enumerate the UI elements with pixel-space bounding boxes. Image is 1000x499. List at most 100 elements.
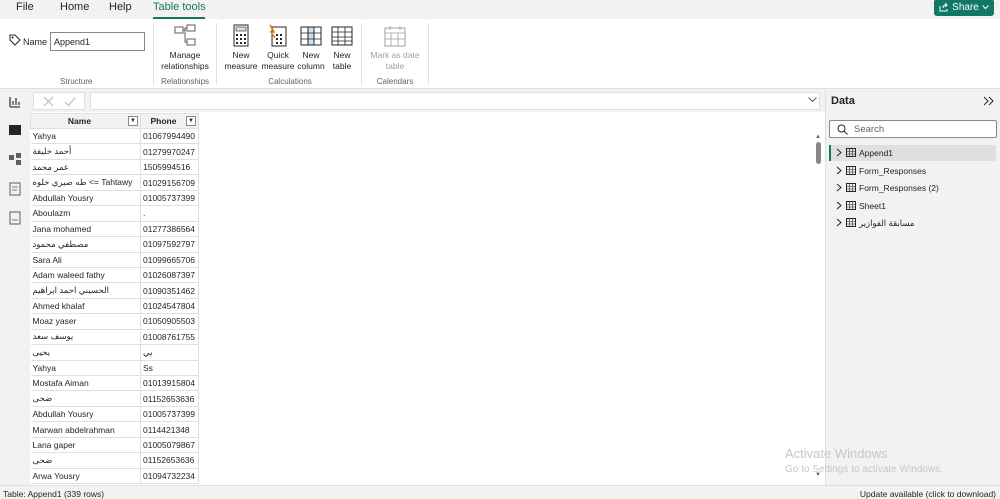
vertical-scrollbar-thumb[interactable] [816,142,821,164]
menu-help[interactable]: Help [109,1,132,13]
cell-phone[interactable]: 01094732234 [140,468,199,485]
cell-phone[interactable]: 01005079867 [140,437,199,454]
data-pane-item-label: Form_Responses (2) [859,183,939,193]
ribbon: Name Structure Manage relationships Rela… [0,19,1000,89]
cell-name[interactable]: Yahya [30,360,141,377]
cell-name[interactable]: Ahmed khalaf [30,298,141,315]
cell-name[interactable]: Abdullah Yousry [30,406,141,423]
cell-phone[interactable]: Ss [140,360,199,377]
cell-phone[interactable]: 01067994490 [140,128,199,145]
data-pane-table-item[interactable]: Form_Responses [829,163,996,179]
table-row: ضحى 01152653636 [30,390,199,407]
column-header-phone[interactable]: Phone ▼ [140,113,199,129]
cell-name[interactable]: يوسف سعد [30,329,141,346]
cell-name[interactable]: Jana mohamed [30,221,141,238]
chevron-right-icon[interactable] [836,148,842,157]
data-pane-table-item[interactable]: مسابقة الفوازير [829,215,996,231]
new-measure-button[interactable]: New measure [223,24,259,72]
cell-phone[interactable]: 01024547804 [140,298,199,315]
data-pane-table-item[interactable]: Form_Responses (2) [829,180,996,196]
cell-name[interactable]: Yahya [30,128,141,145]
cell-name[interactable]: Sara Ali [30,252,141,268]
ribbon-divider [153,23,154,85]
cell-name[interactable]: الحسيني احمد ابراهيم [30,282,141,299]
data-search-input[interactable]: Search [829,120,997,138]
commit-check-icon[interactable] [64,96,76,107]
chevron-right-icon[interactable] [836,183,842,192]
cell-name[interactable]: Arwa Yousry [30,468,141,485]
collapse-pane-icon[interactable] [983,96,994,106]
cell-name[interactable]: Moaz yaser [30,313,141,330]
power-bi-window: File Home Help Table tools Share Name St… [0,0,1000,499]
cell-name[interactable]: Aboulazm [30,205,141,222]
table-view-icon[interactable] [8,123,22,137]
quick-measure-button[interactable]: Quick measure [260,24,296,72]
cell-name[interactable]: ضحى [30,390,141,407]
scroll-up-arrow-icon[interactable]: ▲ [815,134,821,140]
cell-name[interactable]: يحيى [30,344,141,361]
cell-phone[interactable]: 01099665706 [140,252,199,268]
cell-phone[interactable]: 0114421348 [140,421,199,438]
cell-phone[interactable]: 01029156709 [140,174,199,191]
model-view-icon[interactable] [8,152,22,166]
cell-name[interactable]: Mostafa Aiman [30,375,141,392]
cell-phone[interactable]: 01050905503 [140,313,199,330]
cell-phone[interactable]: . [140,205,199,222]
cell-name[interactable]: Adam waleed fathy [30,267,141,284]
cell-phone[interactable]: 01005737399 [140,190,199,207]
cell-phone[interactable]: 01152653636 [140,452,199,469]
column-header-name[interactable]: Name ▼ [30,113,141,129]
new-table-button[interactable]: New table [329,24,355,72]
table-row: Moaz yaser 01050905503 [30,313,199,330]
update-available-link[interactable]: Update available (click to download) [860,489,996,499]
menu-file[interactable]: File [16,1,34,13]
mark-as-date-table-button[interactable]: Mark as date table [366,24,424,72]
new-column-button[interactable]: New column [296,24,326,72]
chevron-right-icon[interactable] [836,166,842,175]
cell-name[interactable]: مصطفي محمود [30,236,141,253]
cell-name[interactable]: Marwan abdelrahman [30,421,141,438]
manage-relationships-label-1: Manage [169,50,201,60]
cell-phone[interactable]: يي [140,344,199,361]
cell-phone[interactable]: 01026087397 [140,267,199,284]
cancel-icon[interactable] [43,96,54,107]
activate-windows-title: Activate Windows [785,446,888,461]
new-column-label-1: New [302,50,320,60]
cell-name[interactable]: عمر محمد [30,159,141,176]
cell-name[interactable]: طه صبري خلوه <= Tahtawy [30,174,141,191]
filter-dropdown-icon[interactable]: ▼ [186,116,196,126]
chevron-right-icon[interactable] [836,201,842,210]
tmdl-view-icon[interactable] [8,211,22,225]
mark-date-label-1: Mark as date [370,50,420,60]
group-label-structure: Structure [60,77,93,86]
cell-name[interactable]: Abdullah Yousry [30,190,141,207]
chevron-right-icon[interactable] [836,218,842,227]
cell-phone[interactable]: 01005737399 [140,406,199,423]
expand-formula-chevron-icon[interactable] [808,97,817,103]
menu-home[interactable]: Home [60,1,89,13]
cell-name[interactable]: ضحى [30,452,141,469]
data-pane-table-item[interactable]: Append1 [829,145,996,161]
data-pane-table-item[interactable]: Sheet1 [829,198,996,214]
new-measure-label-2: measure [224,61,258,71]
formula-input[interactable] [90,92,820,110]
cell-phone[interactable]: 1505994516 [140,159,199,176]
report-view-icon[interactable] [8,95,22,109]
cell-phone[interactable]: 01008761755 [140,329,199,346]
new-table-label-1: New [333,50,351,60]
cell-phone[interactable]: 01090351462 [140,282,199,299]
name-label: Name [23,37,48,47]
menu-table-tools[interactable]: Table tools [153,1,206,13]
cell-phone[interactable]: 01013915804 [140,375,199,392]
manage-relationships-button[interactable]: Manage relationships [159,24,211,72]
cell-phone[interactable]: 01277386564 [140,221,199,238]
dax-query-view-icon[interactable] [8,182,22,196]
cell-phone[interactable]: 01279970247 [140,143,199,160]
cell-phone[interactable]: 01097592797 [140,236,199,253]
cell-name[interactable]: Lana gaper [30,437,141,454]
share-button[interactable]: Share [934,0,994,16]
table-name-input[interactable] [50,32,145,51]
filter-dropdown-icon[interactable]: ▼ [128,116,138,126]
cell-phone[interactable]: 01152653636 [140,390,199,407]
cell-name[interactable]: أحمد خليفة [30,143,141,160]
